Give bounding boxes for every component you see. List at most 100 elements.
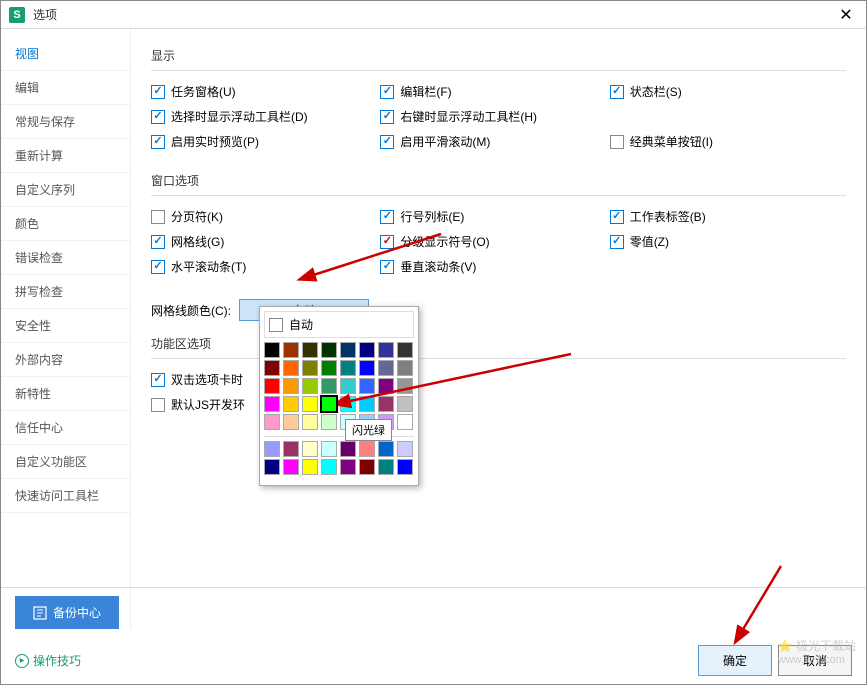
color-swatch[interactable] [264,342,280,358]
window-options: 分页符(K) 行号列标(E) 工作表标签(B) 网格线(G) 分级显示符号(O)… [151,204,846,279]
color-swatch[interactable] [321,459,337,475]
label: 网格线(G) [171,233,224,250]
color-swatch[interactable] [302,342,318,358]
color-swatch[interactable] [359,378,375,394]
checkbox-float-select[interactable] [151,110,165,124]
sidebar-item-quick-access[interactable]: 快速访问工具栏 [1,479,130,513]
checkbox-dblclick-tab[interactable] [151,373,165,387]
color-swatch[interactable] [283,441,299,457]
checkbox-default-js-dev[interactable] [151,398,165,412]
color-swatch[interactable] [378,378,394,394]
color-swatch[interactable] [264,441,280,457]
color-swatch[interactable] [340,396,356,412]
sidebar-item-edit[interactable]: 编辑 [1,71,130,105]
cancel-button[interactable]: 取消 [778,645,852,676]
color-swatch[interactable] [397,396,413,412]
color-swatch[interactable] [283,378,299,394]
checkbox-float-rightclick[interactable] [380,110,394,124]
label: 工作表标签(B) [630,208,706,225]
color-swatch[interactable] [340,459,356,475]
color-swatch[interactable] [359,441,375,457]
color-swatch[interactable] [397,378,413,394]
checkbox-hscroll[interactable] [151,260,165,274]
color-swatch[interactable] [302,396,318,412]
sidebar-item-color[interactable]: 颜色 [1,207,130,241]
close-icon[interactable]: ✕ [834,3,858,27]
color-swatch[interactable] [321,378,337,394]
color-swatch[interactable] [302,414,318,430]
color-swatch[interactable] [397,360,413,376]
color-swatch[interactable] [378,459,394,475]
sidebar-item-custom-ribbon[interactable]: 自定义功能区 [1,445,130,479]
color-swatch[interactable] [340,360,356,376]
color-swatch[interactable] [283,396,299,412]
sidebar-item-spell-check[interactable]: 拼写检查 [1,275,130,309]
color-swatch[interactable] [321,441,337,457]
color-swatch[interactable] [397,459,413,475]
sidebar-item-view[interactable]: 视图 [1,37,130,71]
checkbox-zero-values[interactable] [610,235,624,249]
checkbox-row-col-header[interactable] [380,210,394,224]
sidebar-item-error-check[interactable]: 错误检查 [1,241,130,275]
color-swatch[interactable] [302,360,318,376]
color-swatch[interactable] [264,360,280,376]
color-swatch[interactable] [359,396,375,412]
label: 启用实时预览(P) [171,133,259,150]
color-swatch[interactable] [397,441,413,457]
color-swatch[interactable] [321,414,337,430]
color-swatch[interactable] [264,414,280,430]
sidebar-item-trust-center[interactable]: 信任中心 [1,411,130,445]
label: 启用平滑滚动(M) [400,133,490,150]
sidebar-item-security[interactable]: 安全性 [1,309,130,343]
checkbox-live-preview[interactable] [151,135,165,149]
checkbox-formula-bar[interactable] [380,85,394,99]
color-swatch[interactable] [283,459,299,475]
checkbox-sheet-tabs[interactable] [610,210,624,224]
color-swatch[interactable] [378,396,394,412]
color-swatch[interactable] [340,342,356,358]
color-swatch[interactable] [302,441,318,457]
color-swatch[interactable] [359,459,375,475]
color-swatch[interactable] [340,378,356,394]
checkbox-gridlines[interactable] [151,235,165,249]
color-swatch[interactable] [302,378,318,394]
color-swatch[interactable] [264,459,280,475]
sidebar-item-recalc[interactable]: 重新计算 [1,139,130,173]
color-swatch[interactable] [302,459,318,475]
sidebar-item-new-features[interactable]: 新特性 [1,377,130,411]
color-swatch[interactable] [283,360,299,376]
sidebar-item-general-save[interactable]: 常规与保存 [1,105,130,139]
backup-center-button[interactable]: 备份中心 [15,596,119,629]
checkbox-page-break[interactable] [151,210,165,224]
checkbox-status-bar[interactable] [610,85,624,99]
checkbox-vscroll[interactable] [380,260,394,274]
color-swatch[interactable] [359,342,375,358]
checkbox-classic-menu[interactable] [610,135,624,149]
label: 水平滚动条(T) [171,258,246,275]
color-grid-main [264,342,414,430]
color-swatch[interactable] [321,360,337,376]
color-swatch[interactable] [264,396,280,412]
color-swatch[interactable] [378,342,394,358]
gridcolor-label: 网格线颜色(C): [151,302,231,319]
color-swatch[interactable] [378,441,394,457]
color-swatch[interactable] [397,342,413,358]
sidebar-item-external[interactable]: 外部内容 [1,343,130,377]
checkbox-smooth-scroll[interactable] [380,135,394,149]
sidebar-item-custom-seq[interactable]: 自定义序列 [1,173,130,207]
color-swatch[interactable] [397,414,413,430]
color-swatch[interactable] [321,342,337,358]
color-swatch[interactable] [321,396,337,412]
color-swatch[interactable] [359,360,375,376]
color-auto-button[interactable]: 自动 [264,311,414,338]
color-swatch[interactable] [378,360,394,376]
checkbox-task-pane[interactable] [151,85,165,99]
color-swatch[interactable] [283,342,299,358]
section-title-ribbon: 功能区选项 [151,329,846,359]
checkbox-outline-symbols[interactable] [380,235,394,249]
ok-button[interactable]: 确定 [698,645,772,676]
color-swatch[interactable] [283,414,299,430]
tips-link[interactable]: 操作技巧 [15,652,81,669]
color-swatch[interactable] [340,441,356,457]
color-swatch[interactable] [264,378,280,394]
